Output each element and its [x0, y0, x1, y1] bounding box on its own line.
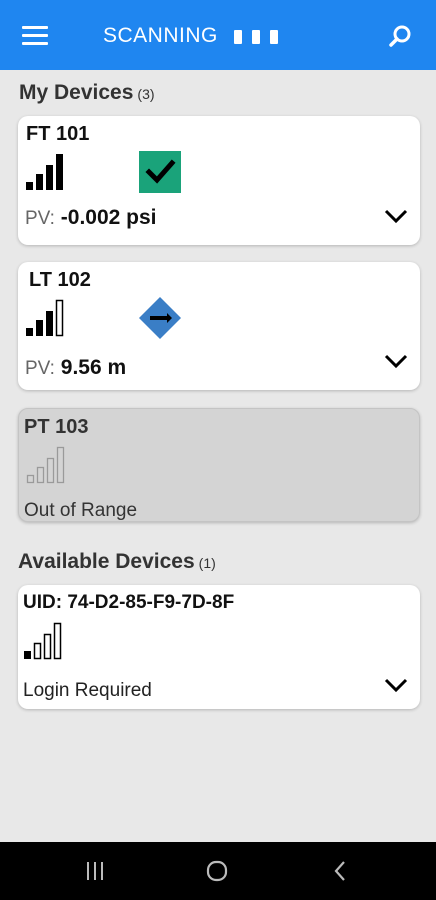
device-status: Out of Range [24, 500, 138, 521]
signal-strength-icon [25, 442, 69, 486]
my-devices-heading: My Devices (3) [19, 81, 155, 104]
signal-strength-icon [22, 618, 66, 662]
device-status: Login Required [23, 680, 152, 701]
device-card-ft101[interactable]: FT 101 PV: -0.002 psi [18, 116, 420, 245]
back-icon[interactable] [332, 860, 348, 887]
device-tag: FT 101 [26, 123, 90, 145]
recent-apps-icon[interactable] [85, 860, 105, 887]
system-navigation-bar [0, 842, 436, 900]
device-tag: LT 102 [29, 269, 91, 291]
diamond-device-icon [137, 295, 183, 346]
device-uid: UID: 74-D2-85-F9-7D-8F [23, 592, 235, 613]
home-icon[interactable] [205, 860, 229, 887]
device-tag: PT 103 [24, 416, 89, 438]
search-icon[interactable] [388, 24, 412, 48]
chevron-down-icon[interactable] [384, 353, 408, 369]
app-bar: SCANNING [0, 0, 436, 70]
my-devices-count: (3) [137, 86, 155, 102]
chevron-down-icon[interactable] [384, 677, 408, 693]
process-value: PV: -0.002 psi [25, 206, 157, 229]
device-card-lt102[interactable]: LT 102 PV: 9.56 m [18, 262, 420, 390]
available-devices-heading: Available Devices (1) [18, 550, 216, 573]
checkmark-icon [138, 150, 182, 199]
scanning-indicator [234, 30, 288, 44]
chevron-down-icon[interactable] [384, 208, 408, 224]
app-title: SCANNING [103, 24, 218, 47]
available-device-card[interactable]: UID: 74-D2-85-F9-7D-8F Login Required [18, 585, 420, 709]
hamburger-menu-icon[interactable] [22, 26, 48, 46]
device-card-pt103[interactable]: PT 103 Out of Range [18, 408, 420, 522]
signal-strength-icon [24, 295, 68, 339]
available-devices-count: (1) [198, 555, 216, 571]
signal-strength-icon [24, 149, 68, 193]
process-value: PV: 9.56 m [25, 356, 127, 379]
